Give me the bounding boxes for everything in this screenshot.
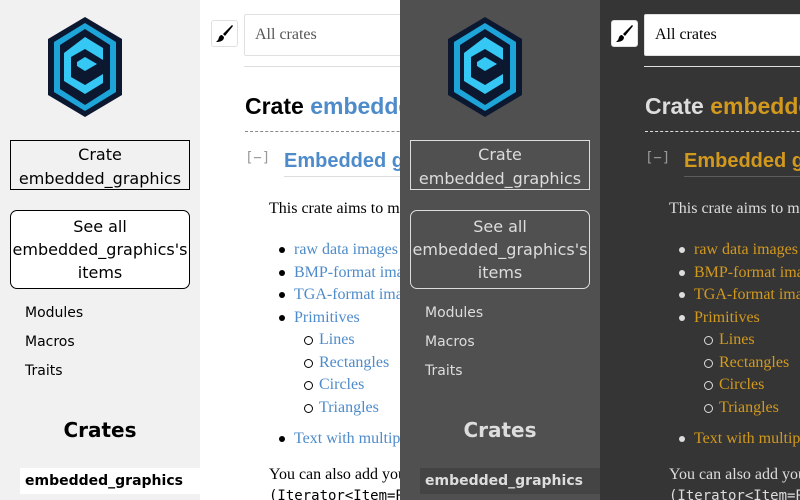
feature-link[interactable]: BMP-format images <box>694 264 800 281</box>
primitive-link[interactable]: Rectangles <box>719 354 789 371</box>
title-divider <box>245 131 400 132</box>
more-paragraph: You can also add your own objects by imp… <box>269 466 400 483</box>
primitive-link[interactable]: Rectangles <box>319 354 389 371</box>
page-title: Crate embedded_graphics <box>245 93 400 120</box>
see-all-line-1: See all <box>473 217 527 236</box>
list-item: Triangles <box>304 397 400 420</box>
feature-link[interactable]: Primitives <box>694 309 760 326</box>
sidebar-item-traits[interactable]: Traits <box>425 361 483 390</box>
feature-link[interactable]: TGA-format images <box>694 286 800 303</box>
list-item: BMP-format images <box>279 262 400 285</box>
dark-theme-panel: Crate embedded_graphics See all embedded… <box>400 0 800 500</box>
section-heading[interactable]: Embedded graphics <box>284 150 400 177</box>
list-item: Lines <box>704 329 800 352</box>
crate-search-select[interactable]: All crates <box>644 14 800 56</box>
primitive-link[interactable]: Circles <box>719 376 764 393</box>
primitive-link[interactable]: Lines <box>319 331 355 348</box>
header-divider <box>244 66 400 67</box>
crate-list-item[interactable]: embedded_graphics <box>420 468 600 494</box>
primitive-link[interactable]: Triangles <box>319 399 379 416</box>
rust-e-logo-icon[interactable] <box>445 15 525 119</box>
see-all-line-1: See all <box>73 217 127 236</box>
list-item: Circles <box>304 374 400 397</box>
crates-heading: Crates <box>63 418 137 442</box>
feature-link[interactable]: TGA-format images <box>294 286 400 303</box>
page-title: Crate embedded_graphics <box>645 93 800 120</box>
title-prefix: Crate <box>645 93 711 119</box>
feature-link[interactable]: BMP-format images <box>294 264 400 281</box>
feature-link[interactable]: raw data images <box>294 241 398 258</box>
see-all-items-button[interactable]: See all embedded_graphics's items <box>10 210 190 289</box>
code-snippet: (Iterator<Item=Pixel<C>>) <box>669 488 800 500</box>
title-prefix: Crate <box>245 93 311 119</box>
more-paragraph: You can also add your own objects by imp… <box>669 466 800 483</box>
feature-link[interactable]: Text with multiple fonts <box>294 430 400 447</box>
crate-search-select[interactable]: All crates <box>244 14 400 56</box>
title-divider <box>645 131 800 132</box>
sidebar: Crate embedded_graphics See all embedded… <box>0 0 200 500</box>
paintbrush-icon <box>216 25 233 42</box>
rust-e-logo-icon[interactable] <box>45 15 125 119</box>
intro-paragraph: This crate aims to make drawing 2D graph… <box>269 200 400 217</box>
sidebar-links: Modules Macros Traits <box>425 303 483 390</box>
feature-list: raw data images BMP-format images TGA-fo… <box>279 239 400 451</box>
sidebar-item-modules[interactable]: Modules <box>25 303 83 332</box>
list-item: TGA-format images <box>279 284 400 307</box>
crate-box-line-1: Crate <box>78 145 122 164</box>
feature-list: raw data images BMP-format images TGA-fo… <box>679 239 800 451</box>
crate-list-item[interactable]: embedded_graphics <box>20 468 200 494</box>
list-item: BMP-format images <box>679 262 800 285</box>
primitive-link[interactable]: Triangles <box>719 399 779 416</box>
list-item: Triangles <box>704 397 800 420</box>
sidebar-item-macros[interactable]: Macros <box>425 332 483 361</box>
list-item: Lines <box>304 329 400 352</box>
title-crate-name: embedded_graphics <box>310 93 400 119</box>
list-item: TGA-format images <box>679 284 800 307</box>
code-snippet: (Iterator<Item=Pixel<C>>) <box>269 488 400 500</box>
crates-heading: Crates <box>463 418 537 442</box>
sidebar: Crate embedded_graphics See all embedded… <box>400 0 600 500</box>
collapse-toggle[interactable]: [−] <box>645 150 670 166</box>
feature-link[interactable]: raw data images <box>694 241 798 258</box>
list-item: Text with multiple fonts <box>679 428 800 451</box>
intro-paragraph: This crate aims to make drawing 2D graph… <box>669 200 800 217</box>
crate-box-line-2: embedded_graphics <box>18 169 182 188</box>
list-item: Rectangles <box>704 352 800 375</box>
primitive-link[interactable]: Lines <box>719 331 755 348</box>
list-item: Circles <box>704 374 800 397</box>
see-all-line-3: items <box>77 263 123 282</box>
list-item: raw data images <box>679 239 800 262</box>
list-item: raw data images <box>279 239 400 262</box>
crate-name-box: Crate embedded_graphics <box>10 140 190 190</box>
header-divider <box>644 66 800 67</box>
title-crate-name: embedded_graphics <box>710 93 800 119</box>
list-item: Text with multiple fonts <box>279 428 400 451</box>
crate-box-line-2: embedded_graphics <box>418 169 582 188</box>
crate-name-box: Crate embedded_graphics <box>410 140 590 190</box>
see-all-line-2: embedded_graphics's <box>412 240 588 259</box>
primitive-link[interactable]: Circles <box>319 376 364 393</box>
sidebar-links: Modules Macros Traits <box>25 303 83 390</box>
theme-picker-button[interactable] <box>611 20 638 47</box>
light-theme-panel: Crate embedded_graphics See all embedded… <box>0 0 400 500</box>
see-all-line-2: embedded_graphics's <box>12 240 188 259</box>
feature-link[interactable]: Text with multiple fonts <box>694 430 800 447</box>
paintbrush-icon <box>616 25 633 42</box>
sidebar-item-macros[interactable]: Macros <box>25 332 83 361</box>
sidebar-item-traits[interactable]: Traits <box>25 361 83 390</box>
sidebar-item-modules[interactable]: Modules <box>425 303 483 332</box>
see-all-line-3: items <box>477 263 523 282</box>
theme-picker-button[interactable] <box>211 20 238 47</box>
crate-box-line-1: Crate <box>478 145 522 164</box>
section-heading[interactable]: Embedded graphics <box>684 150 800 177</box>
list-item: Primitives <box>279 307 400 330</box>
feature-link[interactable]: Primitives <box>294 309 360 326</box>
see-all-items-button[interactable]: See all embedded_graphics's items <box>410 210 590 289</box>
list-item: Rectangles <box>304 352 400 375</box>
list-item: Primitives <box>679 307 800 330</box>
collapse-toggle[interactable]: [−] <box>245 150 270 166</box>
